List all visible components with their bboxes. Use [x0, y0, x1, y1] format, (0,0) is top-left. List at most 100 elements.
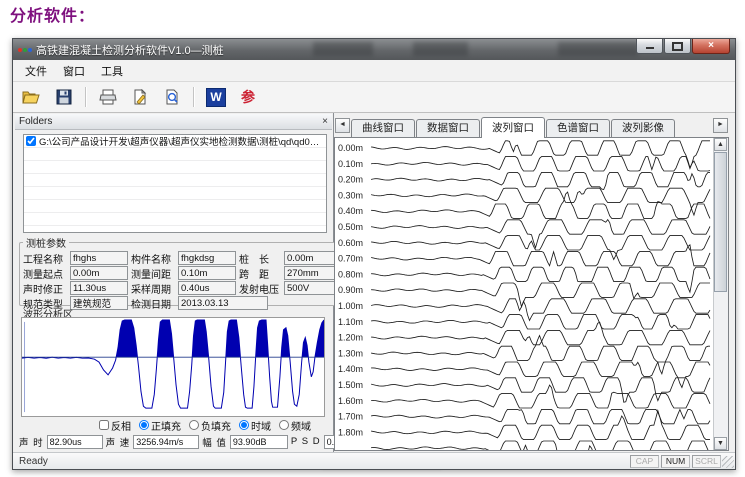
close-button[interactable]: ×	[692, 39, 730, 54]
option-正填充[interactable]: 正填充	[139, 418, 181, 433]
wave-train-area: 0.00m0.10m0.20m0.30m0.40m0.50m0.60m0.70m…	[334, 137, 729, 451]
param-field[interactable]	[70, 281, 128, 295]
option-label: 正填充	[151, 418, 181, 433]
readout-field[interactable]	[133, 435, 199, 449]
tab-波列窗口[interactable]: 波列窗口	[481, 117, 545, 138]
readout-field[interactable]	[47, 435, 103, 449]
open-file-button[interactable]	[19, 85, 45, 109]
window-controls: ×	[635, 39, 730, 54]
tab-scroll-left-icon[interactable]: ◄	[335, 118, 350, 133]
param-label: 桩 长	[239, 251, 281, 266]
folder-list[interactable]: G:\公司产品设计开发\超声仪器\超声仪实地检测数据\测桩\qd\qd03\qd…	[23, 134, 327, 233]
svg-text:0.30m: 0.30m	[338, 190, 363, 200]
svg-text:0.40m: 0.40m	[338, 206, 363, 216]
tab-scroll-right-icon[interactable]: ►	[713, 118, 728, 133]
menu-item[interactable]: 工具	[93, 61, 131, 81]
param-label: 发射电压	[239, 281, 281, 296]
folders-panel-header[interactable]: Folders ×	[15, 114, 332, 130]
param-label: 测量起点	[23, 266, 67, 281]
folder-list-item[interactable]: G:\公司产品设计开发\超声仪器\超声仪实地检测数据\测桩\qd\qd03\qd…	[24, 135, 326, 148]
option-label: 频域	[291, 418, 311, 433]
params-row: 测量起点 测量间距 跨 距	[23, 266, 348, 280]
params-row: 声时修正 采样周期 发射电压	[23, 281, 348, 295]
menu-item[interactable]: 窗口	[55, 61, 93, 81]
svg-text:1.70m: 1.70m	[338, 412, 363, 422]
wave-list-panel: ◄曲线窗口数据窗口波列窗口色谱窗口波列影像► 0.00m0.10m0.20m0.…	[334, 115, 729, 453]
param-field[interactable]	[178, 281, 236, 295]
toolbar-separator	[85, 87, 87, 107]
preview-magnifier-icon	[164, 89, 180, 105]
print-preview-button[interactable]	[159, 85, 185, 109]
scrollbar-thumb[interactable]	[714, 152, 727, 292]
readout-label: 幅 值	[202, 435, 227, 449]
folder-list-empty-row	[24, 226, 326, 233]
panel-close-icon[interactable]: ×	[322, 117, 328, 127]
tab-数据窗口[interactable]: 数据窗口	[416, 119, 480, 137]
tab-色谱窗口[interactable]: 色谱窗口	[546, 119, 610, 137]
resize-grip[interactable]	[722, 456, 734, 468]
folder-list-empty-row	[24, 213, 326, 226]
param-field[interactable]	[70, 251, 128, 265]
folders-panel-title: Folders	[19, 116, 52, 127]
scroll-up-icon[interactable]: ▲	[714, 138, 727, 151]
checkbox-反相[interactable]	[99, 420, 109, 430]
param-label: 声时修正	[23, 281, 67, 296]
param-field[interactable]	[178, 251, 236, 265]
params-row: 工程名称构件名称桩 长	[23, 251, 348, 265]
save-button[interactable]	[51, 85, 77, 109]
word-export-button[interactable]: W	[203, 85, 229, 109]
readout-field[interactable]	[230, 435, 288, 449]
param-field[interactable]	[70, 266, 128, 280]
print-button[interactable]	[95, 85, 121, 109]
pile-params-title: 测桩参数	[23, 235, 69, 250]
scroll-down-icon[interactable]: ▼	[714, 437, 727, 450]
option-反相[interactable]: 反相	[99, 418, 131, 433]
vertical-scrollbar[interactable]: ▲ ▼	[713, 138, 728, 450]
param-field[interactable]	[70, 296, 128, 310]
folder-item-checkbox[interactable]	[26, 136, 36, 146]
param-label: 跨 距	[239, 266, 281, 281]
option-时域[interactable]: 时域	[239, 418, 271, 433]
folder-list-empty-row	[24, 161, 326, 174]
svg-text:1.30m: 1.30m	[338, 348, 363, 358]
tab-strip: ◄曲线窗口数据窗口波列窗口色谱窗口波列影像 ►	[334, 115, 729, 137]
parameters-button[interactable]: 参	[235, 85, 261, 109]
maximize-button[interactable]	[664, 39, 691, 54]
window-titlebar[interactable]: 高铁建混凝土检测分析软件V1.0—测桩 ×	[13, 39, 735, 60]
option-label: 负填充	[201, 418, 231, 433]
tab-曲线窗口[interactable]: 曲线窗口	[351, 119, 415, 137]
readouts-row: 声 时声 速幅 值P S D	[19, 434, 331, 449]
radio-频域[interactable]	[279, 420, 289, 430]
folder-list-empty-row	[24, 187, 326, 200]
svg-text:0.20m: 0.20m	[338, 175, 363, 185]
minimize-button[interactable]	[636, 39, 663, 54]
titlebar-artifact	[558, 42, 638, 56]
menu-item[interactable]: 文件	[17, 61, 55, 81]
option-负填充[interactable]: 负填充	[189, 418, 231, 433]
param-field[interactable]	[178, 296, 268, 310]
param-field[interactable]	[178, 266, 236, 280]
folder-list-empty-row	[24, 174, 326, 187]
tab-波列影像[interactable]: 波列影像	[611, 119, 675, 137]
radio-负填充[interactable]	[189, 420, 199, 430]
option-label: 时域	[251, 418, 271, 433]
param-label: 采样周期	[131, 281, 175, 296]
toolbar-separator	[193, 87, 195, 107]
page-edit-icon	[132, 89, 148, 105]
option-label: 反相	[111, 418, 131, 433]
word-icon: W	[206, 88, 226, 107]
radio-时域[interactable]	[239, 420, 249, 430]
readout-label: 声 速	[106, 435, 131, 449]
svg-text:1.60m: 1.60m	[338, 396, 363, 406]
param-label: 测量间距	[131, 266, 175, 281]
svg-text:1.00m: 1.00m	[338, 301, 363, 311]
waveform-analysis-plot	[21, 317, 325, 417]
parameters-icon: 参	[241, 87, 255, 107]
export-page-button[interactable]	[127, 85, 153, 109]
param-label: 工程名称	[23, 251, 67, 266]
option-频域[interactable]: 频域	[279, 418, 311, 433]
screenshot-page: 分析软件： 高铁建混凝土检测分析软件V1.0—测桩 × 文件窗口工具	[0, 0, 745, 477]
app-icon	[18, 48, 32, 52]
svg-text:1.40m: 1.40m	[338, 364, 363, 374]
radio-正填充[interactable]	[139, 420, 149, 430]
